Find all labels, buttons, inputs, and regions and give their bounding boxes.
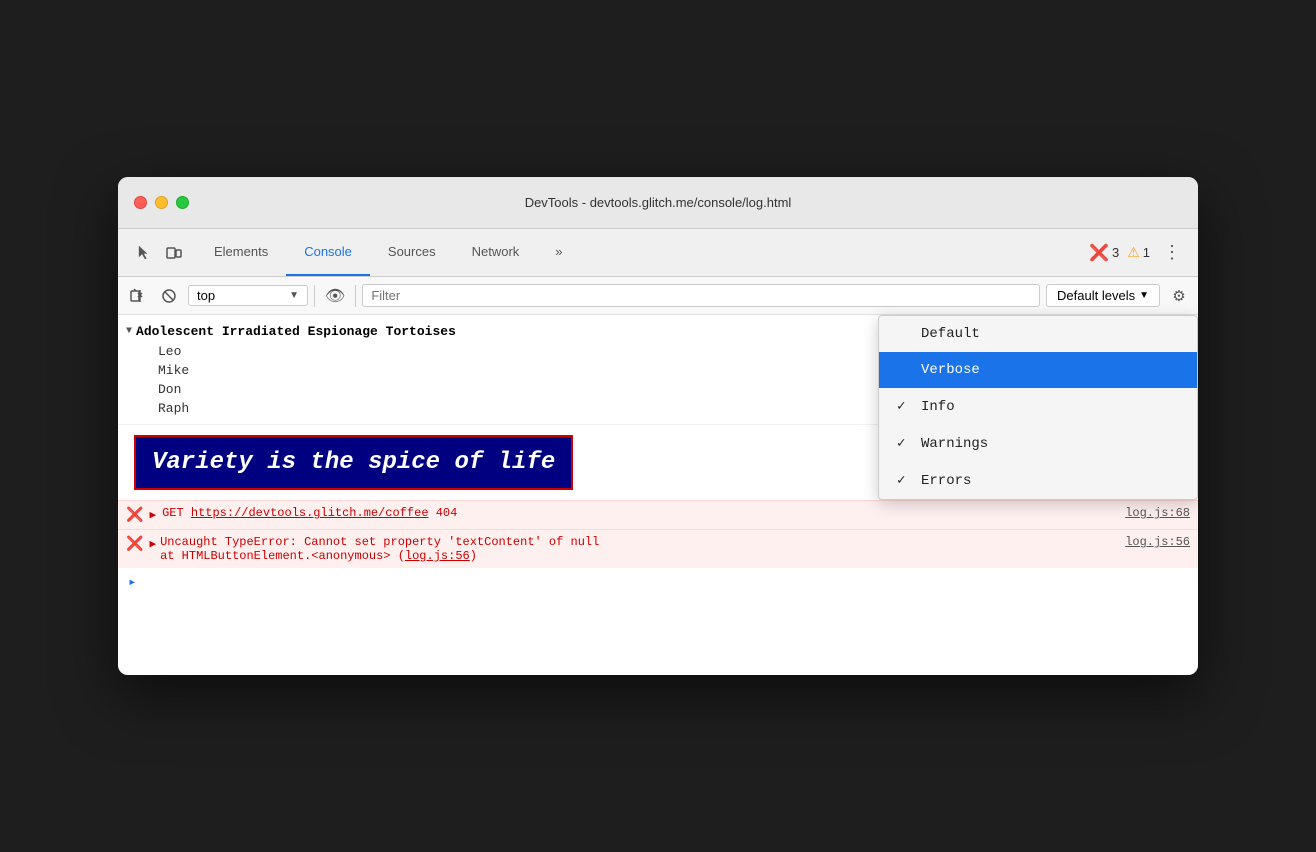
error-subtext-2: at HTMLButtonElement.<anonymous> (log.js… (160, 549, 1119, 563)
tab-console[interactable]: Console (286, 229, 370, 276)
separator2 (355, 285, 356, 307)
console-content: ▼ Adolescent Irradiated Espionage Tortoi… (118, 315, 1198, 675)
error-row-1: ❌ ▶ GET https://devtools.glitch.me/coffe… (118, 500, 1198, 529)
eye-icon[interactable]: 👁 (321, 286, 349, 306)
traffic-lights (134, 196, 189, 209)
variety-text: Variety is the spice of life (152, 449, 555, 476)
context-selector[interactable]: top ▼ (188, 285, 308, 306)
tab-more[interactable]: » (537, 229, 580, 276)
error-line-2[interactable]: log.js:56 (1125, 535, 1190, 549)
levels-dropdown-button[interactable]: Default levels ▼ (1046, 284, 1160, 307)
expand-icon-1[interactable]: ▶ (149, 508, 156, 522)
toolbar-left-icons (122, 229, 196, 276)
error-text-1: GET https://devtools.glitch.me/coffee 40… (162, 506, 1119, 520)
settings-button[interactable]: ⚙ (1166, 283, 1192, 309)
prompt-arrow: ▸ (128, 574, 136, 591)
variety-banner: Variety is the spice of life (134, 435, 573, 490)
clear-console-button[interactable] (124, 283, 150, 309)
check-info: ✓ (897, 398, 913, 415)
error-line-1[interactable]: log.js:68 (1125, 506, 1190, 520)
levels-dropdown: Default Verbose ✓ Info ✓ Warnings ✓ Erro… (878, 315, 1198, 500)
error-icon-1: ❌ (126, 507, 143, 524)
error-row-2: ❌ ▶ Uncaught TypeError: Cannot set prope… (118, 529, 1198, 568)
maximize-button[interactable] (176, 196, 189, 209)
no-entry-button[interactable] (156, 283, 182, 309)
toolbar-right: ❌ 3 ⚠ 1 ⋮ (1089, 229, 1194, 276)
dropdown-item-verbose[interactable]: Verbose (879, 352, 1197, 388)
dropdown-item-default[interactable]: Default (879, 316, 1197, 352)
expand-icon-2[interactable]: ▶ (149, 537, 156, 551)
error-count[interactable]: ❌ 3 (1089, 243, 1119, 263)
close-button[interactable] (134, 196, 147, 209)
dropdown-item-warnings[interactable]: ✓ Warnings (879, 425, 1197, 462)
error-multiline-2: Uncaught TypeError: Cannot set property … (160, 535, 1119, 563)
error-sublink-2[interactable]: log.js:56 (405, 549, 470, 563)
context-dropdown-arrow: ▼ (289, 290, 299, 301)
console-toolbar: top ▼ 👁 Default levels ▼ ⚙ (118, 277, 1198, 315)
tabs-toolbar: Elements Console Sources Network » ❌ 3 ⚠… (118, 229, 1198, 277)
warning-count[interactable]: ⚠ 1 (1127, 244, 1150, 261)
error-row-inner-2: ▶ Uncaught TypeError: Cannot set propert… (149, 535, 1119, 563)
error-link-1[interactable]: https://devtools.glitch.me/coffee (191, 506, 429, 520)
levels-dropdown-arrow: ▼ (1139, 290, 1149, 301)
devtools-window: DevTools - devtools.glitch.me/console/lo… (118, 177, 1198, 675)
minimize-button[interactable] (155, 196, 168, 209)
error-text-2: Uncaught TypeError: Cannot set property … (160, 535, 1119, 549)
check-errors: ✓ (897, 472, 913, 489)
check-warnings: ✓ (897, 435, 913, 452)
tab-sources[interactable]: Sources (370, 229, 454, 276)
cursor-icon[interactable] (130, 239, 158, 267)
device-icon[interactable] (160, 239, 188, 267)
titlebar: DevTools - devtools.glitch.me/console/lo… (118, 177, 1198, 229)
tab-elements[interactable]: Elements (196, 229, 286, 276)
expand-triangle: ▼ (126, 326, 132, 337)
tab-network[interactable]: Network (454, 229, 538, 276)
dropdown-item-info[interactable]: ✓ Info (879, 388, 1197, 425)
separator (314, 285, 315, 307)
dropdown-item-errors[interactable]: ✓ Errors (879, 462, 1197, 499)
console-prompt[interactable]: ▸ (118, 568, 1198, 597)
error-icon-2: ❌ (126, 536, 143, 553)
more-options-button[interactable]: ⋮ (1158, 239, 1186, 267)
filter-input[interactable] (362, 284, 1040, 307)
window-title: DevTools - devtools.glitch.me/console/lo… (525, 195, 792, 210)
